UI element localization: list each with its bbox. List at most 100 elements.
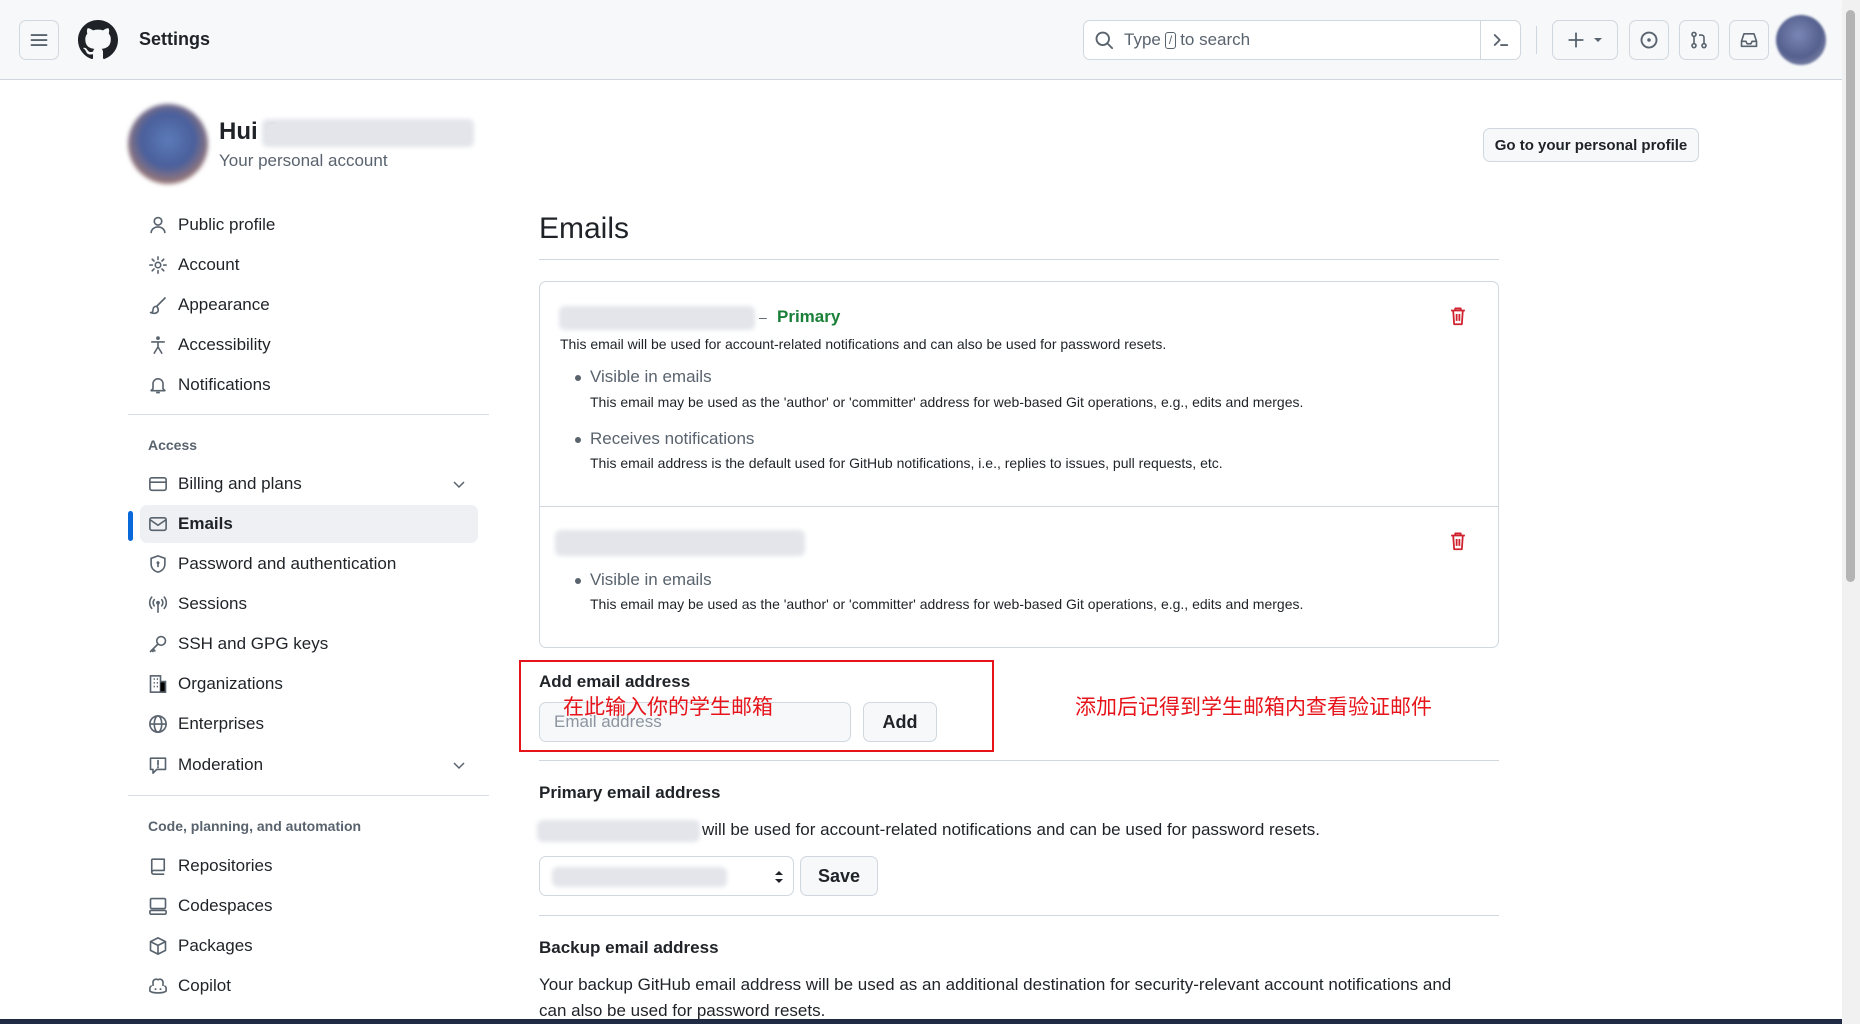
add-email-label: Add email address — [539, 672, 691, 691]
backup-email-text-line1: Your backup GitHub email address will be… — [539, 975, 1452, 994]
issues-button[interactable] — [1629, 20, 1669, 60]
command-palette-button[interactable] — [1480, 21, 1520, 59]
redacted-email-secondary — [555, 530, 805, 556]
github-logo-icon[interactable] — [78, 20, 118, 60]
top-bar: Settings Type / to search — [0, 0, 1842, 80]
person-icon — [150, 216, 166, 234]
issue-opened-icon — [1640, 31, 1658, 49]
search-shortcut-key: / — [1164, 31, 1177, 49]
scrollbar-thumb[interactable] — [1846, 10, 1855, 582]
add-email-input[interactable] — [539, 702, 851, 742]
sidebar-item-packages[interactable]: Packages — [140, 927, 478, 965]
sidebar-item-moderation[interactable]: Moderation — [140, 746, 478, 784]
sidebar-item-label: Billing and plans — [178, 474, 302, 493]
git-pull-request-icon — [1691, 31, 1707, 49]
terminal-icon — [1493, 34, 1508, 46]
sidebar-item-label: Organizations — [178, 674, 283, 693]
sidebar-divider — [128, 795, 489, 796]
search-placeholder-post: to search — [1180, 30, 1251, 49]
repo-icon — [150, 858, 166, 875]
sidebar-item-label: Accessibility — [178, 335, 271, 354]
save-primary-email-button[interactable]: Save — [800, 856, 878, 896]
trash-icon[interactable] — [1447, 305, 1469, 327]
sidebar-item-repositories[interactable]: Repositories — [140, 847, 478, 885]
credit-card-icon — [149, 476, 167, 492]
sidebar-item-billing[interactable]: Billing and plans — [140, 465, 478, 503]
search-icon — [1095, 31, 1114, 50]
sidebar-divider — [128, 414, 489, 415]
visible-in-emails-title: Visible in emails — [590, 570, 712, 589]
hamburger-icon — [30, 34, 48, 46]
sidebar-item-account[interactable]: Account — [140, 246, 478, 284]
key-icon — [149, 635, 167, 653]
title-divider — [539, 259, 1499, 260]
sidebar-heading-access: Access — [148, 437, 198, 453]
chevron-down-icon[interactable] — [451, 476, 467, 492]
sidebar-item-enterprises[interactable]: Enterprises — [140, 705, 478, 743]
organization-icon — [149, 675, 167, 693]
section-divider — [539, 760, 1499, 761]
sidebar-item-ssh-gpg-keys[interactable]: SSH and GPG keys — [140, 625, 478, 663]
section-divider — [539, 915, 1499, 916]
redacted-email-primary — [559, 306, 755, 330]
sidebar-item-codespaces[interactable]: Codespaces — [140, 887, 478, 925]
receives-notifications-description: This email address is the default used f… — [590, 455, 1223, 471]
sidebar-item-label: Account — [178, 255, 240, 274]
sidebar-item-copilot[interactable]: Copilot — [140, 967, 478, 1005]
profile-subtitle: Your personal account — [219, 151, 388, 170]
sidebar-item-label: Repositories — [178, 856, 273, 875]
broadcast-icon — [148, 596, 168, 613]
sidebar-item-label: SSH and GPG keys — [178, 634, 329, 653]
sidebar-item-label: Moderation — [178, 755, 264, 774]
create-new-button[interactable] — [1552, 20, 1618, 60]
sidebar-item-sessions[interactable]: Sessions — [140, 585, 478, 623]
sidebar-item-emails[interactable]: Emails — [140, 505, 478, 543]
bullet — [575, 578, 581, 584]
backup-email-section-title: Backup email address — [539, 938, 719, 957]
primary-email-section-text: will be used for account-related notific… — [702, 820, 1321, 839]
annotation-check-verification: 添加后记得到学生邮箱内查看验证邮件 — [1075, 695, 1432, 719]
sidebar-item-accessibility[interactable]: Accessibility — [140, 326, 478, 364]
active-indicator — [128, 511, 133, 541]
visible-in-emails-description: This email may be used as the 'author' o… — [590, 394, 1304, 410]
bell-icon — [150, 378, 166, 394]
add-email-button[interactable]: Add — [863, 702, 937, 742]
receives-notifications-title: Receives notifications — [590, 429, 755, 448]
visible-in-emails-title: Visible in emails — [590, 367, 712, 386]
search-input[interactable]: Type / to search — [1083, 20, 1521, 60]
codespaces-icon — [149, 897, 167, 915]
chevron-down-icon[interactable] — [451, 757, 467, 773]
sidebar-item-organizations[interactable]: Organizations — [140, 665, 478, 703]
sidebar-item-label: Copilot — [178, 976, 231, 995]
sidebar-item-label: Emails — [178, 514, 233, 533]
inbox-icon — [1740, 32, 1758, 48]
copilot-icon — [149, 978, 167, 994]
user-avatar[interactable] — [1776, 15, 1826, 65]
trash-icon[interactable] — [1447, 530, 1469, 552]
go-to-profile-button[interactable]: Go to your personal profile — [1483, 128, 1699, 162]
package-icon — [149, 937, 167, 955]
primary-email-select[interactable] — [539, 856, 794, 896]
sidebar-item-label: Enterprises — [178, 714, 264, 733]
sidebar-item-appearance[interactable]: Appearance — [140, 286, 478, 324]
gear-icon — [149, 256, 167, 274]
redacted-selected-email — [552, 867, 727, 887]
sidebar-item-notifications[interactable]: Notifications — [140, 366, 478, 404]
shield-lock-icon — [150, 555, 166, 573]
search-placeholder-pre: Type — [1124, 30, 1161, 49]
sidebar-item-label: Password and authentication — [178, 554, 397, 573]
sidebar-item-password-authentication[interactable]: Password and authentication — [140, 545, 478, 583]
sidebar-item-public-profile[interactable]: Public profile — [140, 206, 478, 244]
email-divider — [540, 506, 1498, 507]
pull-requests-button[interactable] — [1679, 20, 1719, 60]
taskbar-edge — [0, 1019, 1842, 1024]
primary-badge: Primary — [777, 307, 841, 326]
hamburger-menu-button[interactable] — [19, 20, 59, 60]
sidebar-item-label: Public profile — [178, 215, 276, 234]
plus-icon — [1568, 32, 1584, 48]
header-divider — [1536, 26, 1537, 54]
redacted-name — [262, 119, 474, 147]
profile-avatar — [128, 104, 208, 184]
inbox-button[interactable] — [1729, 20, 1769, 60]
report-icon — [149, 757, 167, 774]
